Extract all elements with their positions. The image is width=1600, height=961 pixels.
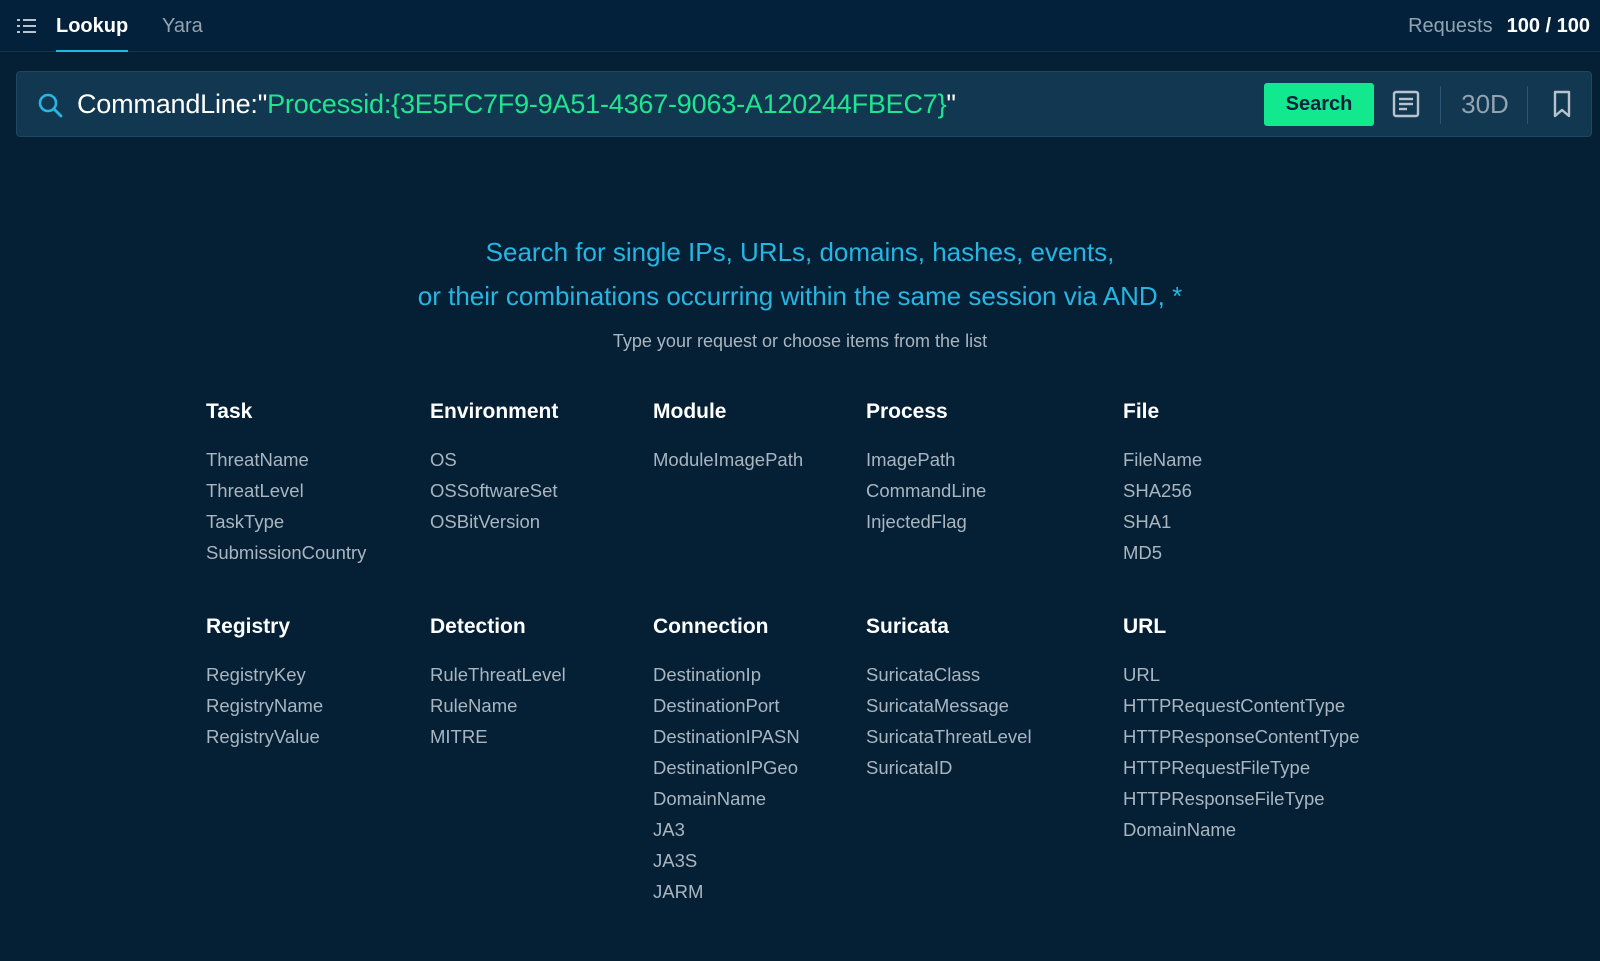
- list-item[interactable]: MD5: [1123, 537, 1363, 568]
- list-item[interactable]: DomainName: [1123, 814, 1363, 845]
- list-item[interactable]: RuleThreatLevel: [430, 659, 670, 690]
- search-button[interactable]: Search: [1264, 83, 1374, 126]
- category-title: Detection: [430, 615, 526, 638]
- list-icon[interactable]: [1391, 89, 1421, 119]
- category-title: File: [1123, 400, 1160, 423]
- list-item[interactable]: MITRE: [430, 721, 670, 752]
- requests-counter: Requests 100 / 100: [1408, 0, 1590, 52]
- category-registry: Registry RegistryKey RegistryName Regist…: [206, 615, 446, 752]
- category-title: Suricata: [866, 615, 949, 638]
- list-item[interactable]: DestinationIPGeo: [653, 752, 893, 783]
- list-item[interactable]: SHA256: [1123, 475, 1363, 506]
- list-item[interactable]: ModuleImagePath: [653, 444, 893, 475]
- list-item[interactable]: SuricataID: [866, 752, 1106, 783]
- category-title: URL: [1123, 615, 1167, 638]
- list-item[interactable]: InjectedFlag: [866, 506, 1106, 537]
- category-task: Task ThreatName ThreatLevel TaskType Sub…: [206, 400, 446, 568]
- list-item[interactable]: JA3: [653, 814, 893, 845]
- tab-yara[interactable]: Yara: [162, 0, 203, 52]
- list-item[interactable]: DestinationPort: [653, 690, 893, 721]
- hero-line-1: Search for single IPs, URLs, domains, ha…: [485, 237, 1115, 267]
- category-module: Module ModuleImagePath: [653, 400, 893, 475]
- period-selector[interactable]: 30D: [1457, 72, 1513, 136]
- hint-text: Type your request or choose items from t…: [612, 331, 988, 351]
- list-item[interactable]: DestinationIp: [653, 659, 893, 690]
- list-item[interactable]: ImagePath: [866, 444, 1106, 475]
- category-title: Connection: [653, 615, 769, 638]
- requests-label: Requests: [1408, 15, 1493, 37]
- bookmark-icon[interactable]: [1548, 89, 1576, 119]
- list-item[interactable]: ThreatName: [206, 444, 446, 475]
- category-url: URL URL HTTPRequestContentType HTTPRespo…: [1123, 615, 1363, 845]
- list-item[interactable]: CommandLine: [866, 475, 1106, 506]
- search-icon: [37, 92, 63, 118]
- top-nav: Lookup Yara Requests 100 / 100: [0, 0, 1600, 52]
- list-item[interactable]: SubmissionCountry: [206, 537, 446, 568]
- list-item[interactable]: HTTPRequestContentType: [1123, 690, 1363, 721]
- list-item[interactable]: URL: [1123, 659, 1363, 690]
- query-open-quote: ": [257, 89, 268, 119]
- list-item[interactable]: JA3S: [653, 845, 893, 876]
- category-title: Task: [206, 400, 253, 423]
- list-item[interactable]: SuricataClass: [866, 659, 1106, 690]
- category-title: Environment: [430, 400, 559, 423]
- list-item[interactable]: OSSoftwareSet: [430, 475, 670, 506]
- list-item[interactable]: SuricataThreatLevel: [866, 721, 1106, 752]
- tab-lookup[interactable]: Lookup: [56, 0, 129, 52]
- category-file: File FileName SHA256 SHA1 MD5: [1123, 400, 1363, 568]
- search-input[interactable]: CommandLine:"Processid:{3E5FC7F9-9A51-43…: [77, 72, 956, 136]
- query-key: CommandLine:: [77, 89, 258, 119]
- category-title: Module: [653, 400, 727, 423]
- list-item[interactable]: SuricataMessage: [866, 690, 1106, 721]
- list-item[interactable]: FileName: [1123, 444, 1363, 475]
- list-item[interactable]: TaskType: [206, 506, 446, 537]
- category-title: Process: [866, 400, 948, 423]
- list-item[interactable]: OS: [430, 444, 670, 475]
- list-item[interactable]: RegistryValue: [206, 721, 446, 752]
- list-item[interactable]: ThreatLevel: [206, 475, 446, 506]
- divider: [1440, 86, 1441, 124]
- category-title: Registry: [206, 615, 291, 638]
- list-item[interactable]: RuleName: [430, 690, 670, 721]
- category-connection: Connection DestinationIp DestinationPort…: [653, 615, 893, 907]
- list-item[interactable]: RegistryName: [206, 690, 446, 721]
- list-item[interactable]: HTTPRequestFileType: [1123, 752, 1363, 783]
- list-item[interactable]: HTTPResponseFileType: [1123, 783, 1363, 814]
- list-item[interactable]: JARM: [653, 876, 893, 907]
- query-close-quote: ": [946, 89, 956, 119]
- list-item[interactable]: DomainName: [653, 783, 893, 814]
- list-item[interactable]: RegistryKey: [206, 659, 446, 690]
- menu-icon[interactable]: [16, 16, 38, 36]
- query-value: Processid:{3E5FC7F9-9A51-4367-9063-A1202…: [267, 89, 947, 119]
- divider: [1527, 86, 1528, 124]
- category-process: Process ImagePath CommandLine InjectedFl…: [866, 400, 1106, 537]
- list-item[interactable]: DestinationIPASN: [653, 721, 893, 752]
- hero-line-2: or their combinations occurring within t…: [417, 281, 1183, 311]
- category-suricata: Suricata SuricataClass SuricataMessage S…: [866, 615, 1106, 783]
- list-item[interactable]: HTTPResponseContentType: [1123, 721, 1363, 752]
- category-environment: Environment OS OSSoftwareSet OSBitVersio…: [430, 400, 670, 537]
- requests-value: 100 / 100: [1506, 15, 1590, 37]
- search-bar: CommandLine:"Processid:{3E5FC7F9-9A51-43…: [16, 71, 1592, 137]
- list-item[interactable]: SHA1: [1123, 506, 1363, 537]
- list-item[interactable]: OSBitVersion: [430, 506, 670, 537]
- category-detection: Detection RuleThreatLevel RuleName MITRE: [430, 615, 670, 752]
